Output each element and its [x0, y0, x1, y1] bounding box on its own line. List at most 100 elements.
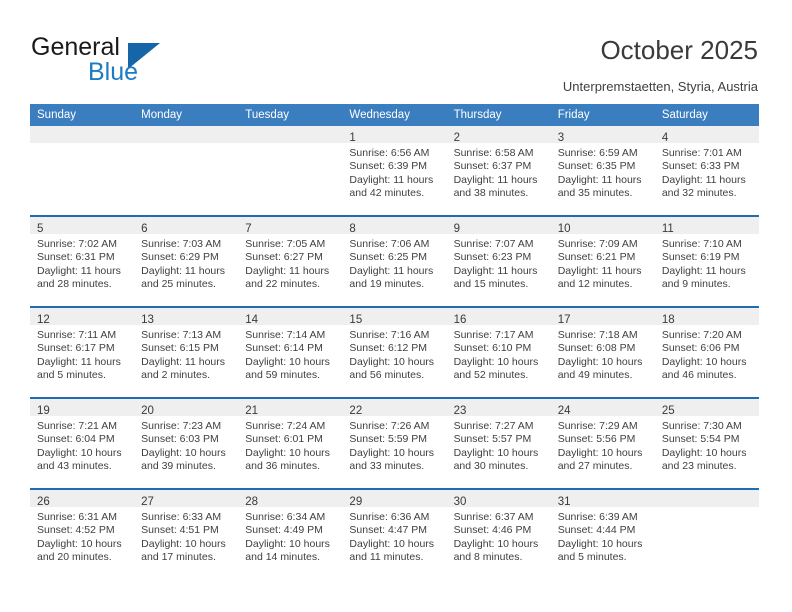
day-number: 19 — [37, 405, 50, 417]
day-number: 23 — [453, 405, 467, 417]
sunrise-text: Sunrise: 7:23 AM — [141, 420, 222, 432]
day-number-band — [134, 126, 239, 143]
day-number-band: 8 — [342, 217, 447, 235]
daylight-text-line1: Daylight: 11 hours — [453, 264, 538, 277]
day-number: 6 — [141, 223, 148, 235]
daylight-text-line1: Daylight: 11 hours — [453, 173, 538, 186]
calendar-day-cell[interactable]: 3 Sunrise: 6:59 AM Sunset: 6:35 PM Daylight… — [550, 126, 655, 216]
sunset-text: Sunset: 6:33 PM — [661, 160, 740, 173]
sunset-text: Sunset: 4:46 PM — [453, 524, 532, 537]
day-number: 8 — [349, 223, 356, 235]
day-cell-inner: 22 Sunrise: 7:26 AM Sunset: 5:59 PM Dayligh… — [342, 399, 447, 488]
day-details: Sunrise: 7:26 AM Sunset: 5:59 PM Daylight:… — [342, 416, 446, 474]
daylight-text-line2: and 43 minutes. — [37, 460, 112, 473]
day-number: 14 — [245, 314, 259, 326]
calendar-day-cell[interactable]: 23 Sunrise: 7:27 AM Sunset: 5:57 PM Dayligh… — [446, 397, 551, 489]
calendar-day-cell[interactable]: 14 Sunrise: 7:14 AM Sunset: 6:14 PM Dayligh… — [238, 306, 343, 398]
calendar-day-cell[interactable]: 28 Sunrise: 6:34 AM Sunset: 4:49 PM Dayligh… — [238, 488, 343, 579]
daylight-text-line2: and 59 minutes. — [245, 369, 320, 382]
calendar-day-cell[interactable]: 8 Sunrise: 7:06 AM Sunset: 6:25 PM Daylight… — [342, 215, 447, 307]
day-number-band: 14 — [238, 308, 343, 326]
calendar-day-cell[interactable]: 20 Sunrise: 7:23 AM Sunset: 6:03 PM Dayligh… — [134, 397, 239, 489]
daylight-text-line1: Daylight: 11 hours — [245, 264, 330, 277]
calendar-day-cell[interactable]: 18 Sunrise: 7:20 AM Sunset: 6:06 PM Dayligh… — [654, 306, 759, 398]
daylight-text-line1: Daylight: 11 hours — [661, 173, 746, 186]
calendar-day-cell[interactable]: 21 Sunrise: 7:24 AM Sunset: 6:01 PM Dayligh… — [238, 397, 343, 489]
calendar-day-cell[interactable]: 16 Sunrise: 7:17 AM Sunset: 6:10 PM Dayligh… — [446, 306, 551, 398]
calendar-day-cell[interactable]: 29 Sunrise: 6:36 AM Sunset: 4:47 PM Dayligh… — [342, 488, 447, 579]
daylight-text-line1: Daylight: 10 hours — [557, 446, 643, 459]
day-number: 21 — [245, 405, 259, 417]
daylight-text-line1: Daylight: 10 hours — [453, 355, 539, 368]
general-blue-logo[interactable]: General Blue — [31, 33, 211, 89]
day-number-band: 7 — [238, 217, 343, 235]
calendar-day-cell[interactable]: 13 Sunrise: 7:13 AM Sunset: 6:15 PM Dayligh… — [134, 306, 239, 398]
day-number-band: 25 — [654, 399, 759, 417]
calendar-day-cell[interactable]: 25 Sunrise: 7:30 AM Sunset: 5:54 PM Dayligh… — [654, 397, 759, 489]
daylight-text-line2: and 5 minutes. — [37, 369, 106, 382]
calendar-day-cell[interactable]: 5 Sunrise: 7:02 AM Sunset: 6:31 PM Daylight… — [30, 215, 135, 307]
day-number: 15 — [349, 314, 363, 326]
sunset-text: Sunset: 6:25 PM — [349, 251, 428, 264]
sunrise-text: Sunrise: 7:03 AM — [141, 238, 222, 250]
day-cell-inner: 17 Sunrise: 7:18 AM Sunset: 6:08 PM Dayligh… — [550, 308, 655, 397]
calendar-day-cell[interactable]: 15 Sunrise: 7:16 AM Sunset: 6:12 PM Dayligh… — [342, 306, 447, 398]
calendar-day-cell[interactable]: 4 Sunrise: 7:01 AM Sunset: 6:33 PM Daylight… — [654, 126, 759, 216]
day-cell-inner: 29 Sunrise: 6:36 AM Sunset: 4:47 PM Dayligh… — [342, 490, 447, 579]
day-details: Sunrise: 7:23 AM Sunset: 6:03 PM Daylight:… — [134, 416, 238, 474]
calendar-day-cell[interactable]: 10 Sunrise: 7:09 AM Sunset: 6:21 PM Dayligh… — [550, 215, 655, 307]
sunrise-text: Sunrise: 7:13 AM — [141, 329, 222, 341]
daylight-text-line2: and 35 minutes. — [557, 187, 633, 200]
calendar-day-cell[interactable]: 11 Sunrise: 7:10 AM Sunset: 6:19 PM Dayligh… — [654, 215, 759, 307]
day-number-band: 24 — [550, 399, 655, 417]
calendar-day-cell[interactable]: 9 Sunrise: 7:07 AM Sunset: 6:23 PM Daylight… — [446, 215, 551, 307]
sunset-text: Sunset: 6:04 PM — [37, 433, 115, 446]
calendar-day-cell[interactable]: 31 Sunrise: 6:39 AM Sunset: 4:44 PM Dayligh… — [550, 488, 655, 579]
sunrise-text: Sunrise: 7:10 AM — [661, 238, 742, 250]
day-cell-inner: 6 Sunrise: 7:03 AM Sunset: 6:29 PM Daylight… — [134, 217, 239, 306]
day-number: 3 — [557, 132, 565, 144]
sunset-text: Sunset: 6:35 PM — [557, 160, 636, 173]
calendar-day-cell[interactable]: 19 Sunrise: 7:21 AM Sunset: 6:04 PM Dayligh… — [30, 397, 135, 489]
calendar-day-cell[interactable]: 2 Sunrise: 6:58 AM Sunset: 6:37 PM Daylight… — [446, 126, 551, 216]
day-number-band: 23 — [446, 399, 551, 417]
day-number: 31 — [557, 496, 571, 508]
calendar-day-cell[interactable]: 1 Sunrise: 6:56 AM Sunset: 6:39 PM Daylight… — [342, 126, 447, 216]
daylight-text-line1: Daylight: 10 hours — [453, 446, 539, 459]
daylight-text-line1: Daylight: 10 hours — [37, 537, 122, 550]
daylight-text-line2: and 49 minutes. — [557, 369, 633, 382]
day-details: Sunrise: 7:16 AM Sunset: 6:12 PM Daylight:… — [342, 325, 446, 383]
day-number-band: 15 — [342, 308, 447, 326]
calendar-day-cell-empty — [238, 126, 343, 216]
day-number: 18 — [661, 314, 675, 326]
day-details: Sunrise: 7:30 AM Sunset: 5:54 PM Daylight:… — [655, 416, 759, 474]
calendar-day-cell[interactable]: 30 Sunrise: 6:37 AM Sunset: 4:46 PM Dayligh… — [446, 488, 551, 579]
daylight-text-line2: and 15 minutes. — [453, 278, 529, 291]
calendar-day-cell[interactable]: 6 Sunrise: 7:03 AM Sunset: 6:29 PM Daylight… — [134, 215, 239, 307]
calendar-week-row: 1 Sunrise: 6:56 AM Sunset: 6:39 PM Daylight… — [30, 126, 759, 216]
calendar-day-cell[interactable]: 27 Sunrise: 6:33 AM Sunset: 4:51 PM Dayligh… — [134, 488, 239, 579]
calendar-day-cell[interactable]: 22 Sunrise: 7:26 AM Sunset: 5:59 PM Dayligh… — [342, 397, 447, 489]
sunset-text: Sunset: 6:17 PM — [37, 342, 115, 355]
day-number-band: 27 — [134, 490, 239, 508]
calendar-day-cell[interactable]: 7 Sunrise: 7:05 AM Sunset: 6:27 PM Daylight… — [238, 215, 343, 307]
sunset-text: Sunset: 4:49 PM — [245, 524, 323, 537]
day-cell-inner: 16 Sunrise: 7:17 AM Sunset: 6:10 PM Dayligh… — [446, 308, 551, 397]
weekday-header-monday: Monday — [134, 104, 239, 126]
sunrise-text: Sunrise: 6:36 AM — [349, 511, 430, 523]
sunrise-text: Sunrise: 6:59 AM — [557, 147, 638, 159]
day-number-band: 3 — [550, 126, 655, 144]
sunset-text: Sunset: 6:06 PM — [661, 342, 740, 355]
calendar-day-cell[interactable]: 26 Sunrise: 6:31 AM Sunset: 4:52 PM Dayligh… — [30, 488, 135, 579]
sunrise-text: Sunrise: 7:16 AM — [349, 329, 430, 341]
day-number: 13 — [141, 314, 154, 326]
day-number-band — [654, 490, 759, 507]
calendar-day-cell[interactable]: 24 Sunrise: 7:29 AM Sunset: 5:56 PM Dayligh… — [550, 397, 655, 489]
daylight-text-line1: Daylight: 10 hours — [141, 537, 226, 550]
day-number: 4 — [661, 132, 669, 144]
sunset-text: Sunset: 4:44 PM — [557, 524, 636, 537]
calendar-day-cell[interactable]: 17 Sunrise: 7:18 AM Sunset: 6:08 PM Dayligh… — [550, 306, 655, 398]
day-number-band: 4 — [654, 126, 759, 144]
sunset-text: Sunset: 6:08 PM — [557, 342, 636, 355]
calendar-day-cell[interactable]: 12 Sunrise: 7:11 AM Sunset: 6:17 PM Dayligh… — [30, 306, 135, 398]
